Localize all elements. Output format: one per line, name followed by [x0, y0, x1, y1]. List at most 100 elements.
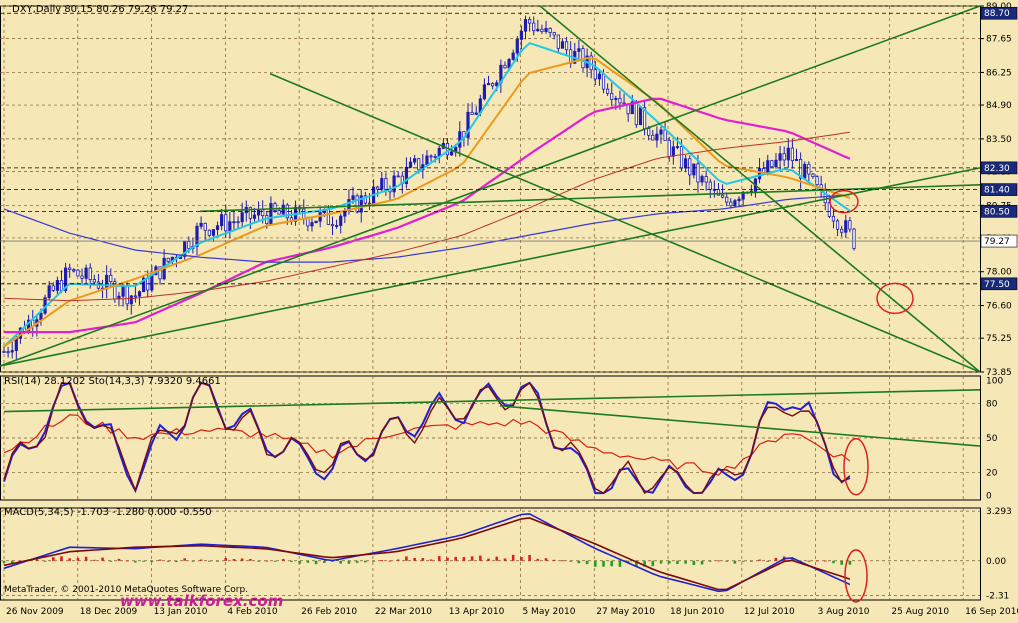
candle-body [794, 158, 799, 162]
date-label: 12 Jul 2010 [744, 607, 795, 617]
macd-hist-bar [60, 556, 63, 561]
candle-body [725, 196, 729, 203]
candle-body [51, 285, 55, 291]
macd-hist-bar [520, 556, 523, 561]
macd-tick-label: 3.293 [986, 507, 1012, 517]
candle-body [72, 269, 76, 272]
candle-body [314, 220, 318, 224]
candle-body [515, 39, 519, 54]
candle-body [544, 28, 548, 32]
date-label: 26 Feb 2010 [301, 607, 357, 617]
macd-hist-bar [470, 556, 474, 561]
macd-hist-bar [117, 558, 121, 561]
macd-hist-bar [594, 560, 597, 567]
macd-hist-bar [511, 554, 515, 561]
macd-hist-bar [823, 560, 827, 562]
macd-hist-bar [561, 560, 564, 562]
macd-hist-bar [273, 560, 277, 562]
macd-hist-bar [257, 560, 260, 562]
candle-body [2, 351, 6, 353]
macd-hist-bar [733, 560, 737, 564]
macd-hist-bar [692, 560, 696, 566]
macd-hist-bar [503, 558, 507, 561]
candle-body [601, 73, 606, 90]
macd-hist-bar [421, 558, 425, 561]
candle-body [59, 280, 64, 291]
candle-body [232, 221, 236, 224]
candle-body [597, 73, 602, 80]
price-chart[interactable]: 89.0087.6586.2584.9083.5082.1580.7579.40… [0, 0, 1018, 619]
candle-body [458, 131, 462, 148]
candle-body [638, 107, 643, 126]
candle-body [220, 214, 224, 227]
candle-body [215, 225, 220, 230]
macd-hist-bar [676, 560, 679, 565]
candle-body [778, 153, 782, 161]
candle-body [109, 274, 113, 283]
macd-hist-bar [175, 560, 178, 563]
date-label: 26 Nov 2009 [6, 607, 64, 617]
candle-body [840, 228, 844, 233]
candle-body [807, 163, 811, 175]
candle-body [564, 41, 569, 51]
candle-body [733, 200, 737, 207]
macd-hist-bar [142, 560, 145, 562]
candle-body [413, 158, 417, 163]
candle-body [150, 274, 154, 291]
candle-body [228, 221, 232, 232]
price-badge-label: 82.30 [984, 164, 1010, 174]
candle-body [408, 161, 413, 168]
macd-hist-bar [758, 559, 761, 561]
candle-body [211, 229, 216, 236]
macd-hist-bar [134, 560, 137, 563]
macd-hist-bar [454, 556, 457, 561]
macd-hist-bar [569, 560, 572, 562]
macd-tick-label: 0.00 [986, 557, 1006, 567]
macd-hist-bar [766, 560, 770, 562]
candle-body [766, 160, 770, 174]
chart-window: 89.0087.6586.2584.9083.5082.1580.7579.40… [0, 0, 1018, 619]
rsi-tick-label: 80 [986, 400, 998, 410]
candle-body [261, 209, 265, 217]
candle-body [803, 163, 807, 179]
macd-hist-bar [265, 560, 269, 562]
candle-body [281, 204, 285, 215]
macd-hist-bar [544, 558, 548, 561]
macd-hist-bar [446, 557, 449, 561]
candle-body [815, 176, 819, 186]
price-badge-label: 81.40 [984, 186, 1010, 196]
candle-body [482, 84, 487, 100]
candle-body [39, 312, 43, 321]
macd-hist-bar [479, 555, 482, 561]
candle-body [852, 228, 856, 249]
candle-body [610, 93, 614, 100]
macd-hist-bar [667, 560, 671, 564]
macd-hist-bar [232, 558, 236, 561]
candle-body [199, 222, 203, 227]
macd-hist-bar [314, 560, 318, 565]
macd-hist-bar [109, 560, 113, 562]
macd-hist-bar [725, 560, 729, 562]
date-label: 13 Apr 2010 [449, 607, 505, 617]
macd-hist-bar [396, 559, 400, 561]
candle-body [335, 225, 339, 227]
candle-body [92, 279, 96, 283]
macd-hist-bar [495, 556, 499, 561]
candle-body [679, 146, 684, 169]
macd-hist-bar [372, 560, 375, 562]
macd-hist-bar [651, 560, 655, 567]
macd-hist-bar [618, 560, 622, 567]
macd-hist-bar [76, 557, 80, 561]
macd-hist-bar [388, 560, 392, 562]
candle-body [556, 34, 560, 49]
candle-body [655, 133, 659, 141]
candle-body [367, 202, 372, 205]
date-label: 3 Aug 2010 [818, 607, 870, 617]
candle-body [548, 28, 552, 33]
candle-body [560, 41, 565, 49]
candle-body [688, 158, 692, 176]
candle-body [121, 286, 125, 297]
candle-body [519, 30, 523, 40]
candle-body [6, 351, 10, 354]
candle-body [203, 222, 207, 231]
